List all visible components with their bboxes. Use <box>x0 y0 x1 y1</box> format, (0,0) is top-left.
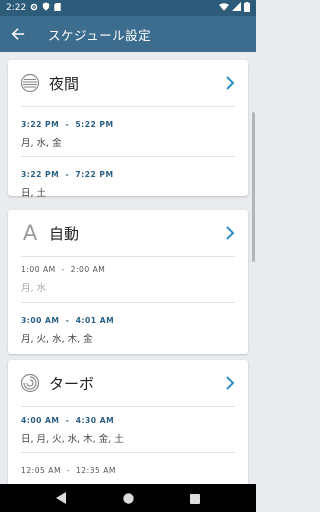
system-nav-bar <box>0 484 256 512</box>
night-mode-icon <box>20 73 40 93</box>
schedule-list[interactable]: 夜間 3:22 PM - 5:22 PM 月, 水, 金 3:22 PM - 7… <box>0 52 256 484</box>
schedule-entry[interactable]: 1:00 AM - 2:00 AM 月, 水 <box>8 265 105 294</box>
status-time: 2:22 <box>6 3 27 13</box>
mode-name: 自動 <box>49 224 80 243</box>
square-recents-icon <box>190 493 200 504</box>
app-bar: スケジュール設定 <box>0 16 256 52</box>
turbo-mode-icon <box>20 373 40 393</box>
triangle-back-icon <box>56 491 66 504</box>
wifi-icon <box>219 2 229 14</box>
chevron-right-icon[interactable] <box>222 223 238 243</box>
battery-icon <box>244 1 250 15</box>
auto-mode-icon: A <box>20 221 40 245</box>
recents-nav-button[interactable] <box>190 489 200 508</box>
schedule-time: 1:00 AM - 2:00 AM <box>21 265 106 274</box>
mode-header-auto[interactable]: A 自動 <box>8 210 248 256</box>
scrollbar[interactable] <box>252 112 255 262</box>
mode-card-night: 夜間 3:22 PM - 5:22 PM 月, 水, 金 3:22 PM - 7… <box>8 60 248 199</box>
schedule-entry[interactable]: 3:00 AM - 4:01 AM 月, 火, 水, 木, 金 <box>8 316 114 345</box>
divider <box>21 156 235 157</box>
divider <box>21 106 235 107</box>
schedule-days: 日, 月, 火, 水, 木, 金, 土 <box>21 434 124 445</box>
chevron-right-icon[interactable] <box>222 73 238 93</box>
divider <box>21 452 235 453</box>
schedule-entry[interactable]: 4:00 AM - 4:30 AM 日, 月, 火, 水, 木, 金, 土 <box>8 416 124 445</box>
schedule-entry[interactable]: 3:22 PM - 7:22 PM 日, 土 <box>8 170 114 199</box>
arrow-back-icon <box>11 28 25 40</box>
schedule-entry[interactable]: 3:22 PM - 5:22 PM 月, 水, 金 <box>8 120 114 149</box>
schedule-time: 12:05 AM - 12:35 AM <box>21 466 116 475</box>
schedule-time: 3:22 PM - 5:22 PM <box>21 120 114 129</box>
sd-card-icon <box>54 2 61 14</box>
mode-card-auto: A 自動 1:00 AM - 2:00 AM 月, 水 3:00 AM - 4:… <box>8 210 248 354</box>
mode-card-turbo: ターボ 4:00 AM - 4:30 AM 日, 月, 火, 水, 木, 金, … <box>8 360 248 484</box>
schedule-entry[interactable]: 12:05 AM - 12:35 AM <box>8 466 116 481</box>
back-button[interactable] <box>0 16 36 52</box>
schedule-days: 日, 土 <box>21 188 47 199</box>
chevron-right-icon[interactable] <box>222 373 238 393</box>
schedule-days: 月, 火, 水, 木, 金 <box>21 334 93 345</box>
home-nav-button[interactable] <box>123 489 134 508</box>
schedule-days: 月, 水 <box>21 283 47 294</box>
schedule-time: 3:22 PM - 7:22 PM <box>21 170 114 179</box>
divider <box>21 256 235 257</box>
schedule-time: 4:00 AM - 4:30 AM <box>21 416 115 425</box>
mode-header-turbo[interactable]: ターボ <box>8 360 248 406</box>
shield-icon <box>42 2 50 14</box>
mode-name: ターボ <box>49 374 95 393</box>
schedule-time: 3:00 AM - 4:01 AM <box>21 316 115 325</box>
mode-header-night[interactable]: 夜間 <box>8 60 248 106</box>
back-nav-button[interactable] <box>56 489 67 508</box>
status-bar: 2:22 <box>0 0 256 16</box>
auto-mode-glyph: A <box>22 221 38 245</box>
page-title: スケジュール設定 <box>48 27 152 43</box>
schedule-days: 月, 水, 金 <box>21 138 62 149</box>
signal-icon <box>232 2 241 14</box>
divider <box>21 406 235 407</box>
divider <box>21 302 235 303</box>
mode-name: 夜間 <box>49 74 80 93</box>
settings-icon <box>30 3 38 14</box>
circle-home-icon <box>123 492 134 504</box>
